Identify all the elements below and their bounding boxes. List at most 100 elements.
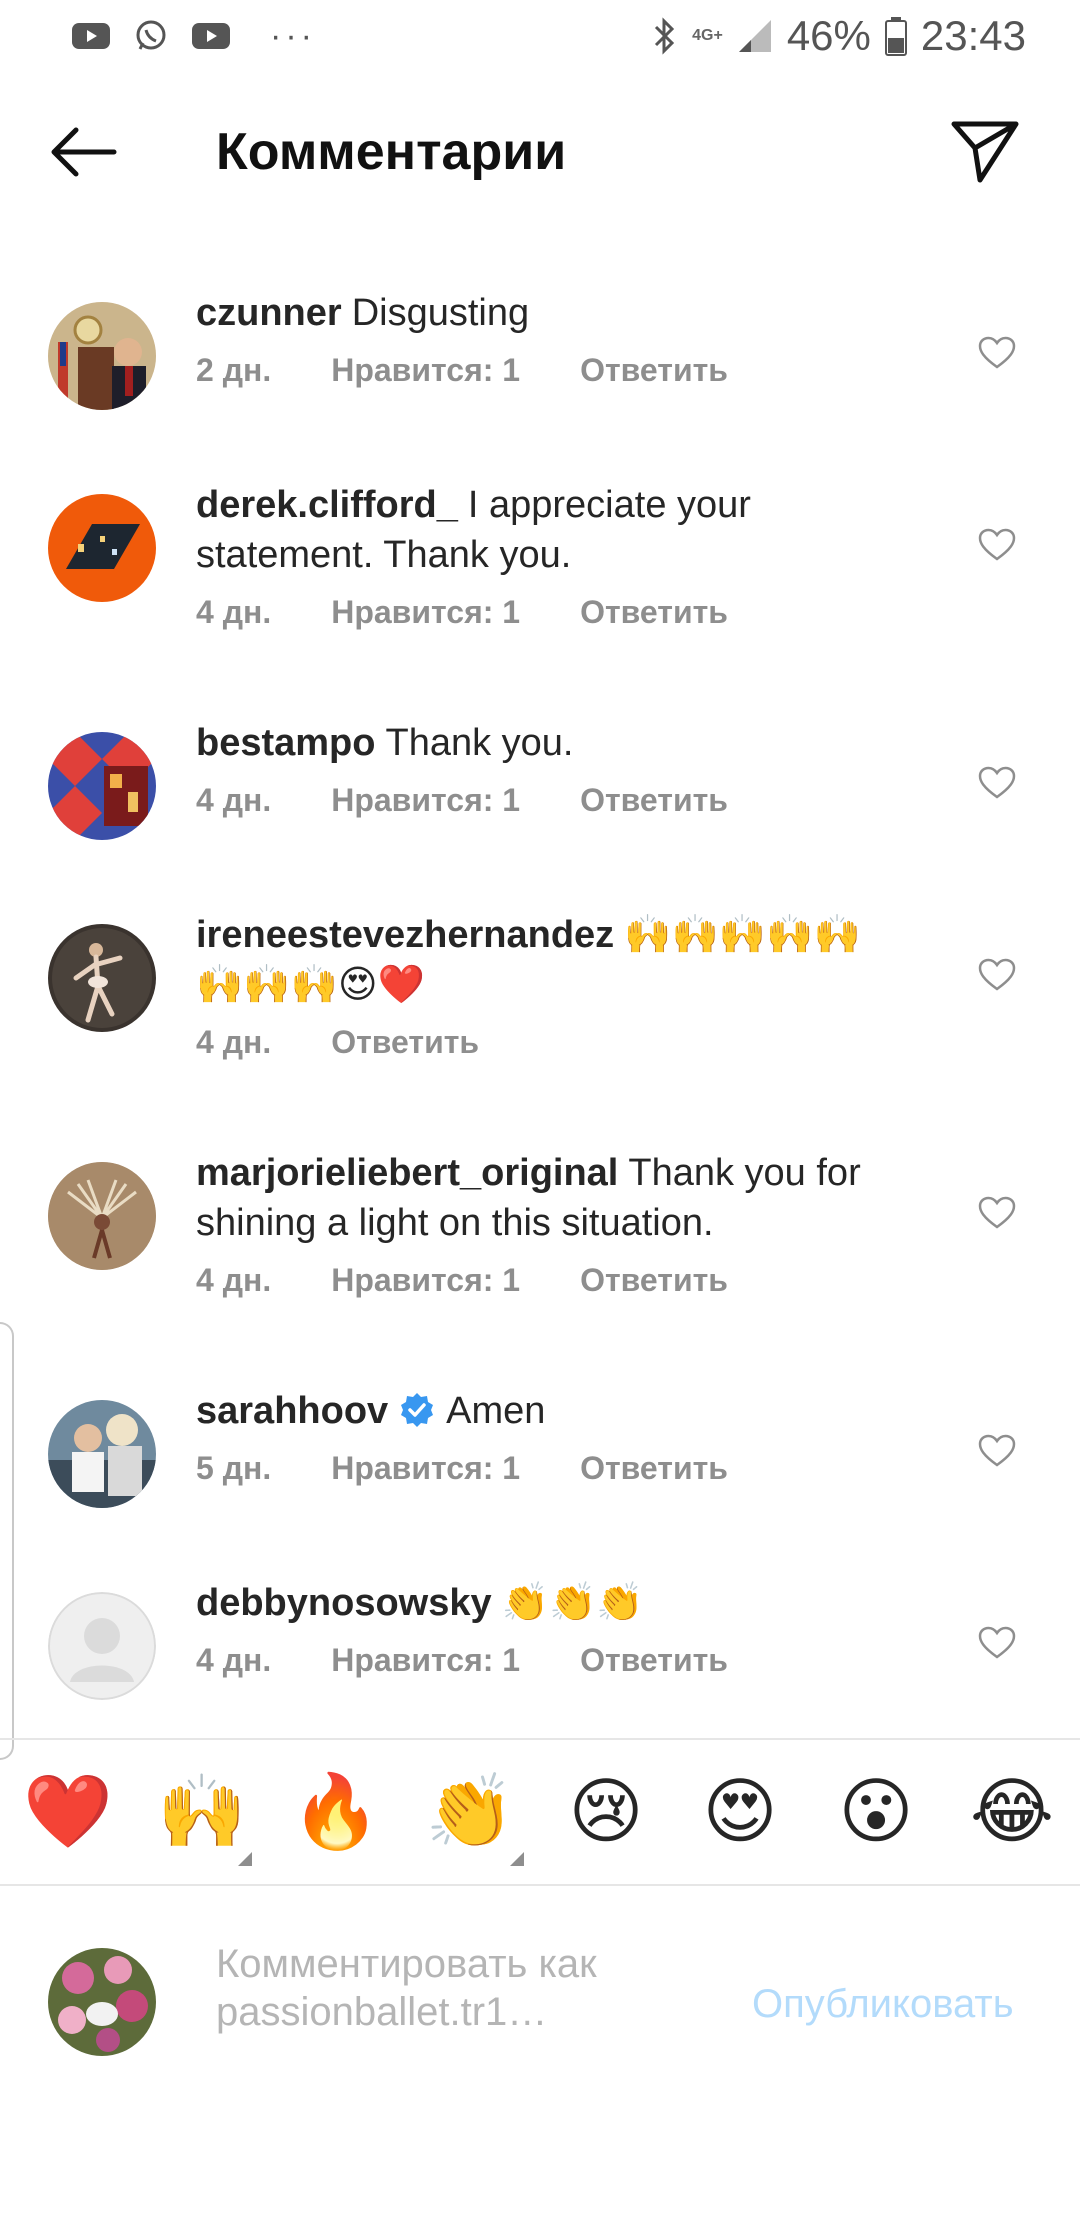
- reply-button[interactable]: Ответить: [580, 352, 728, 389]
- comment-message: Disgusting: [351, 292, 530, 334]
- battery-icon: [884, 17, 907, 56]
- heart-icon[interactable]: [978, 1434, 1016, 1468]
- divider: [0, 1884, 1080, 1886]
- comment-likes[interactable]: Нравится: 1: [331, 782, 520, 819]
- back-arrow-icon[interactable]: [46, 122, 118, 182]
- reply-button[interactable]: Ответить: [580, 782, 728, 819]
- heart-icon[interactable]: [978, 1626, 1016, 1660]
- comment-username[interactable]: derek.clifford_: [196, 484, 458, 526]
- comment-time: 4 дн.: [196, 1642, 272, 1678]
- my-avatar: [48, 1948, 156, 2056]
- avatar[interactable]: [48, 494, 156, 602]
- whatsapp-icon: [136, 20, 166, 50]
- comment-text: czunner Disgusting: [196, 288, 896, 338]
- emoji-fire[interactable]: 🔥: [286, 1752, 386, 1872]
- comment-time: 4 дн.: [196, 782, 272, 818]
- avatar[interactable]: [48, 1162, 156, 1270]
- comment-username[interactable]: sarahhoov: [196, 1390, 388, 1432]
- youtube-icon: [72, 23, 110, 49]
- avatar[interactable]: [48, 302, 156, 410]
- more-dots-icon: ···: [270, 17, 316, 55]
- comment-meta: 4 дн. Нравится: 1 Ответить: [196, 594, 896, 631]
- heart-icon[interactable]: [978, 336, 1016, 370]
- comment-likes[interactable]: Нравится: 1: [331, 1642, 520, 1679]
- comment-body: debbynosowsky 👏👏👏 4 дн. Нравится: 1 Ответ…: [196, 1578, 896, 1679]
- edge-panel-handle[interactable]: [0, 1322, 14, 1760]
- comment-input[interactable]: Комментировать как passionballet.tr1…: [216, 1940, 716, 2036]
- emoji-raising-hands[interactable]: 🙌: [152, 1752, 252, 1872]
- emoji-tears-of-joy[interactable]: 😂: [962, 1752, 1062, 1872]
- reply-button[interactable]: Ответить: [580, 1642, 728, 1679]
- comment-body: derek.clifford_ I appreciate your stateme…: [196, 480, 896, 631]
- comment-message: 👏👏👏: [501, 1582, 644, 1624]
- comment-body: marjorieliebert_original Thank you for sh…: [196, 1148, 896, 1299]
- emoji-crying-face[interactable]: 😢: [556, 1752, 656, 1872]
- comment-likes[interactable]: Нравится: 1: [331, 1262, 520, 1299]
- avatar[interactable]: [48, 732, 156, 840]
- heart-icon[interactable]: [978, 958, 1016, 992]
- comment-time: 5 дн.: [196, 1450, 272, 1486]
- comment-username[interactable]: czunner: [196, 292, 342, 334]
- comment-time: 4 дн.: [196, 1262, 272, 1298]
- emoji-surprised-face[interactable]: 😮: [826, 1752, 926, 1872]
- comment-meta: 4 дн. Нравится: 1 Ответить: [196, 1262, 896, 1299]
- comment-time: 4 дн.: [196, 1024, 272, 1060]
- comment-username[interactable]: marjorieliebert_original: [196, 1152, 618, 1194]
- publish-button[interactable]: Опубликовать: [752, 1982, 1014, 2027]
- reply-button[interactable]: Ответить: [580, 594, 728, 631]
- emoji-heart-eyes[interactable]: 😍: [690, 1752, 790, 1872]
- avatar[interactable]: [48, 924, 156, 1032]
- comment-composer: Комментировать как passionballet.tr1… Оп…: [0, 1890, 1080, 2090]
- skin-tone-indicator: [510, 1852, 524, 1866]
- comment-body: czunner Disgusting 2 дн. Нравится: 1 Отве…: [196, 288, 896, 389]
- emoji-quick-bar: ❤️ 🙌 🔥 👏 😢 😍 😮 😂: [0, 1752, 1080, 1872]
- comment-username[interactable]: ireneestevezhernandez: [196, 914, 614, 956]
- comment-text: bestampo Thank you.: [196, 718, 896, 768]
- divider: [0, 1738, 1080, 1740]
- direct-send-icon[interactable]: [948, 114, 1022, 188]
- reply-button[interactable]: Ответить: [331, 1024, 479, 1061]
- verified-badge-icon: [401, 1393, 434, 1427]
- comment-body: ireneestevezhernandez 🙌🙌🙌🙌🙌🙌🙌🙌😍❤️ 4 дн. О…: [196, 910, 896, 1061]
- comment-body: bestampo Thank you. 4 дн. Нравится: 1 Отв…: [196, 718, 896, 819]
- page-title: Комментарии: [216, 123, 567, 181]
- comment-text: ireneestevezhernandez 🙌🙌🙌🙌🙌🙌🙌🙌😍❤️: [196, 910, 896, 1010]
- heart-icon[interactable]: [978, 528, 1016, 562]
- comment-body: sarahhoov Amen 5 дн. Нравится: 1 Ответить: [196, 1386, 896, 1487]
- comment-time: 2 дн.: [196, 352, 272, 388]
- comment-text: debbynosowsky 👏👏👏: [196, 1578, 896, 1628]
- avatar[interactable]: [48, 1592, 156, 1700]
- comment-meta: 4 дн. Ответить: [196, 1024, 896, 1061]
- comment-message: Thank you.: [385, 722, 574, 764]
- comment-text: marjorieliebert_original Thank you for sh…: [196, 1148, 896, 1248]
- comment-likes[interactable]: Нравится: 1: [331, 594, 520, 631]
- comment-meta: 2 дн. Нравится: 1 Ответить: [196, 352, 896, 389]
- network-type: 4G+: [692, 27, 723, 44]
- comment-meta: 4 дн. Нравится: 1 Ответить: [196, 782, 896, 819]
- battery-percent: 46%: [786, 12, 871, 59]
- comment-likes[interactable]: Нравится: 1: [331, 1450, 520, 1487]
- comment-username[interactable]: bestampo: [196, 722, 375, 764]
- emoji-heart[interactable]: ❤️: [18, 1752, 118, 1872]
- youtube-icon: [192, 23, 230, 49]
- heart-icon[interactable]: [978, 766, 1016, 800]
- bluetooth-icon: [655, 17, 675, 55]
- reply-button[interactable]: Ответить: [580, 1262, 728, 1299]
- comment-username[interactable]: debbynosowsky: [196, 1582, 492, 1624]
- comment-likes[interactable]: Нравится: 1: [331, 352, 520, 389]
- avatar[interactable]: [48, 1400, 156, 1508]
- comment-time: 4 дн.: [196, 594, 272, 630]
- clock: 23:43: [920, 12, 1026, 59]
- header: Комментарии: [0, 100, 1080, 210]
- heart-icon[interactable]: [978, 1196, 1016, 1230]
- comment-placeholder-line1: Комментировать как: [216, 1942, 597, 1986]
- emoji-clapping-hands[interactable]: 👏: [420, 1752, 520, 1872]
- comment-text: derek.clifford_ I appreciate your stateme…: [196, 480, 896, 580]
- signal-icon: [738, 20, 771, 52]
- skin-tone-indicator: [238, 1852, 252, 1866]
- comment-meta: 5 дн. Нравится: 1 Ответить: [196, 1450, 896, 1487]
- comment-placeholder-line2: passionballet.tr1…: [216, 1990, 548, 2034]
- comment-text: sarahhoov Amen: [196, 1386, 896, 1436]
- reply-button[interactable]: Ответить: [580, 1450, 728, 1487]
- comment-message: Amen: [446, 1390, 546, 1432]
